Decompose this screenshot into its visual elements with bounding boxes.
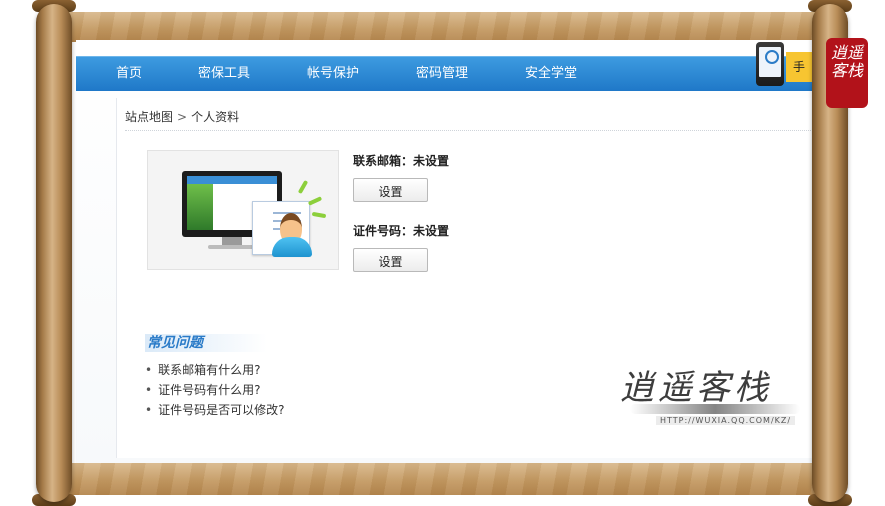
mobile-tag[interactable]: 手 [786,52,812,82]
breadcrumb-site-map[interactable]: 站点地图 [125,110,173,124]
nav-item-account-protection[interactable]: 帐号保护 [307,57,416,91]
email-status: 联系邮箱：未设置 [353,154,450,168]
nav-item-password-management[interactable]: 密码管理 [416,57,525,91]
faq-title: 常见问题 [145,334,267,352]
profile-illustration [147,150,339,270]
faq-list: 联系邮箱有什么用? 证件号码有什么用? 证件号码是否可以修改? [145,360,284,420]
breadcrumb: 站点地图 > 个人资料 [125,108,239,125]
mobile-token-icon[interactable] [756,42,784,86]
breadcrumb-separator: > [177,110,188,124]
faq-item[interactable]: 联系邮箱有什么用? [145,360,284,380]
nav-item-security-tools[interactable]: 密保工具 [198,57,307,91]
watermark-logo: 逍遥客栈 HTTP://WUXIA.QQ.COM/KZ/ [620,360,810,435]
id-number-status: 证件号码：未设置 [353,224,450,238]
faq-item[interactable]: 证件号码有什么用? [145,380,284,400]
watermark-url: HTTP://WUXIA.QQ.COM/KZ/ [656,416,796,425]
seal-stamp: 逍遥客栈 [826,38,868,108]
nav-item-home[interactable]: 首页 [116,57,198,91]
watermark-title: 逍遥客栈 [620,368,772,408]
scroll-top-edge [40,12,845,42]
main-nav: 首页 密保工具 帐号保护 密码管理 安全学堂 [76,56,812,91]
scroll-rod-left [36,4,72,502]
nav-item-security-school[interactable]: 安全学堂 [525,57,615,91]
breadcrumb-current: 个人资料 [191,110,240,124]
scroll-bottom-edge [40,463,845,495]
divider [125,130,812,131]
set-email-button[interactable]: 设置 [353,178,428,202]
faq-item[interactable]: 证件号码是否可以修改? [145,400,284,420]
set-id-number-button[interactable]: 设置 [353,248,428,272]
